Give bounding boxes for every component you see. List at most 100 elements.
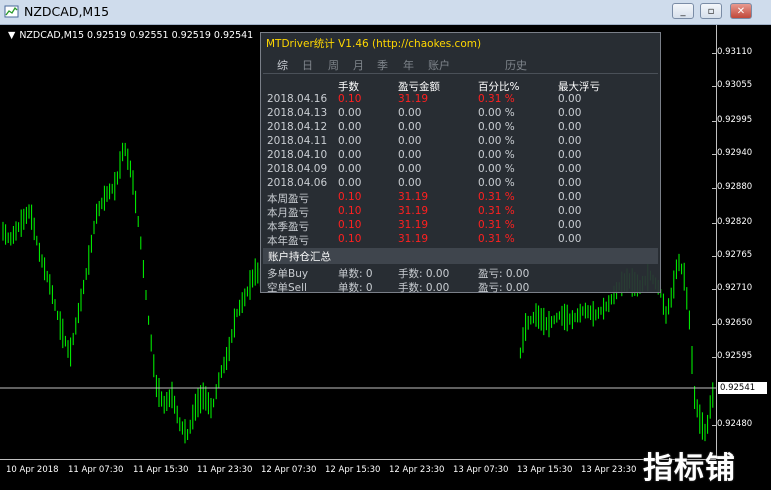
- price-tick: 0.93110: [711, 47, 753, 57]
- chart-info-line: ▼ NZDCAD,M15 0.92519 0.92551 0.92519 0.92…: [8, 30, 253, 41]
- stats-cell-label: 2018.04.06: [267, 177, 328, 189]
- stats-cell-label: 2018.04.09: [267, 163, 328, 175]
- tab-year[interactable]: 年: [403, 57, 414, 73]
- stats-cell-pl: 0.00: [398, 163, 422, 175]
- price-tick: 0.92650: [711, 318, 753, 328]
- tab-week[interactable]: 周: [328, 57, 339, 73]
- time-tick: 11 Apr 07:30: [68, 465, 124, 475]
- stats-cell-maxdd: 0.00: [558, 107, 582, 119]
- stats-cell-label: 2018.04.10: [267, 149, 328, 161]
- window-titlebar: NZDCAD,M15 _ ▫ ✕: [0, 0, 771, 25]
- stats-cell-lots: 0.10: [338, 93, 362, 105]
- position-label: 空单Sell: [267, 282, 307, 294]
- stats-cell-label: 2018.04.11: [267, 135, 328, 147]
- tab-account[interactable]: 账户: [428, 57, 450, 73]
- time-tick: 11 Apr 15:30: [133, 465, 189, 475]
- panel-title: MTDriver统计 V1.46 (http://chaokes.com): [266, 38, 482, 50]
- price-tick: 0.92995: [711, 115, 753, 125]
- tab-quarter[interactable]: 季: [377, 57, 388, 73]
- tab-history[interactable]: 历史: [505, 57, 527, 73]
- positions-section-title: 账户持仓汇总: [268, 251, 331, 263]
- stats-cell-maxdd: 0.00: [558, 191, 582, 203]
- stats-cell-pct: 0.00 %: [478, 177, 515, 189]
- positions-section-header: 账户持仓汇总: [263, 248, 658, 264]
- stats-cell-lots: 0.10: [338, 219, 362, 231]
- time-tick: 12 Apr 07:30: [261, 465, 317, 475]
- stats-cell-pct: 0.00 %: [478, 121, 515, 133]
- stats-cell-maxdd: 0.00: [558, 177, 582, 189]
- position-count: 单数: 0: [338, 282, 373, 294]
- time-tick: 12 Apr 23:30: [389, 465, 445, 475]
- stats-cell-lots: 0.00: [338, 149, 362, 161]
- stats-cell-label: 2018.04.12: [267, 121, 328, 133]
- stats-cell-maxdd: 0.00: [558, 163, 582, 175]
- stats-cell-label: 本年盈亏: [267, 235, 309, 247]
- tab-divider: [263, 73, 658, 74]
- price-tick: 0.92820: [711, 217, 753, 227]
- stats-cell-lots: 0.00: [338, 135, 362, 147]
- position-lots: 手数: 0.00: [398, 268, 450, 280]
- position-label: 多单Buy: [267, 268, 309, 280]
- stats-cell-pct: 0.00 %: [478, 163, 515, 175]
- stats-cell-pct: 0.31 %: [478, 93, 515, 105]
- position-count: 单数: 0: [338, 268, 373, 280]
- stats-cell-maxdd: 0.00: [558, 205, 582, 217]
- site-watermark: 指标铺: [643, 451, 736, 486]
- stats-cell-pl: 0.00: [398, 135, 422, 147]
- stats-cell-lots: 0.00: [338, 163, 362, 175]
- stats-cell-maxdd: 0.00: [558, 121, 582, 133]
- stats-cell-pct: 0.31 %: [478, 205, 515, 217]
- chart-window-icon: [4, 5, 19, 18]
- stats-cell-pl: 0.00: [398, 107, 422, 119]
- stats-cell-lots: 0.00: [338, 107, 362, 119]
- close-button[interactable]: ✕: [730, 3, 752, 19]
- stats-cell-label: 本季盈亏: [267, 221, 309, 233]
- price-tick: 0.92880: [711, 182, 753, 192]
- header-lots: 手数: [338, 81, 359, 93]
- stats-cell-label: 2018.04.13: [267, 107, 328, 119]
- stats-cell-maxdd: 0.00: [558, 93, 582, 105]
- stats-cell-pct: 0.31 %: [478, 191, 515, 203]
- stats-cell-lots: 0.10: [338, 233, 362, 245]
- time-tick: 13 Apr 15:30: [517, 465, 573, 475]
- price-tick: 0.92595: [711, 351, 753, 361]
- minimize-button[interactable]: _: [672, 3, 694, 19]
- header-pl: 盈亏金额: [398, 81, 440, 93]
- stats-cell-pl: 31.19: [398, 205, 429, 217]
- price-tick: 0.92765: [711, 250, 753, 260]
- time-tick: 12 Apr 15:30: [325, 465, 381, 475]
- window-title: NZDCAD,M15: [24, 4, 110, 19]
- stats-cell-pl: 31.19: [398, 93, 429, 105]
- stats-cell-maxdd: 0.00: [558, 219, 582, 231]
- mtdriver-stats-panel[interactable]: MTDriver统计 V1.46 (http://chaokes.com) 综 …: [260, 32, 661, 294]
- restore-button[interactable]: ▫: [700, 3, 722, 19]
- time-tick: 13 Apr 07:30: [453, 465, 509, 475]
- current-price-label: 0.92541: [718, 382, 767, 394]
- stats-cell-pct: 0.31 %: [478, 219, 515, 231]
- position-pl: 盈亏: 0.00: [478, 268, 530, 280]
- time-tick: 13 Apr 23:30: [581, 465, 637, 475]
- stats-cell-label: 本周盈亏: [267, 193, 309, 205]
- stats-cell-pct: 0.00 %: [478, 135, 515, 147]
- stats-cell-pl: 31.19: [398, 191, 429, 203]
- symbol-ohlc: NZDCAD,M15 0.92519 0.92551 0.92519 0.925…: [19, 30, 254, 41]
- stats-cell-lots: 0.10: [338, 191, 362, 203]
- stats-cell-maxdd: 0.00: [558, 233, 582, 245]
- time-tick: 10 Apr 2018: [6, 465, 59, 475]
- tab-month[interactable]: 月: [353, 57, 364, 73]
- stats-cell-maxdd: 0.00: [558, 135, 582, 147]
- stats-cell-pl: 0.00: [398, 121, 422, 133]
- tab-overview[interactable]: 综: [277, 57, 288, 73]
- tab-day[interactable]: 日: [302, 57, 313, 73]
- stats-cell-pl: 0.00: [398, 149, 422, 161]
- collapse-triangle-icon[interactable]: ▼: [8, 30, 15, 41]
- price-tick: 0.92710: [711, 283, 753, 293]
- position-pl: 盈亏: 0.00: [478, 282, 530, 294]
- stats-cell-lots: 0.00: [338, 177, 362, 189]
- position-lots: 手数: 0.00: [398, 282, 450, 294]
- stats-cell-label: 2018.04.16: [267, 93, 328, 105]
- stats-cell-pct: 0.00 %: [478, 107, 515, 119]
- price-tick: 0.92480: [711, 419, 753, 429]
- price-tick: 0.93055: [711, 80, 753, 90]
- time-tick: 11 Apr 23:30: [197, 465, 253, 475]
